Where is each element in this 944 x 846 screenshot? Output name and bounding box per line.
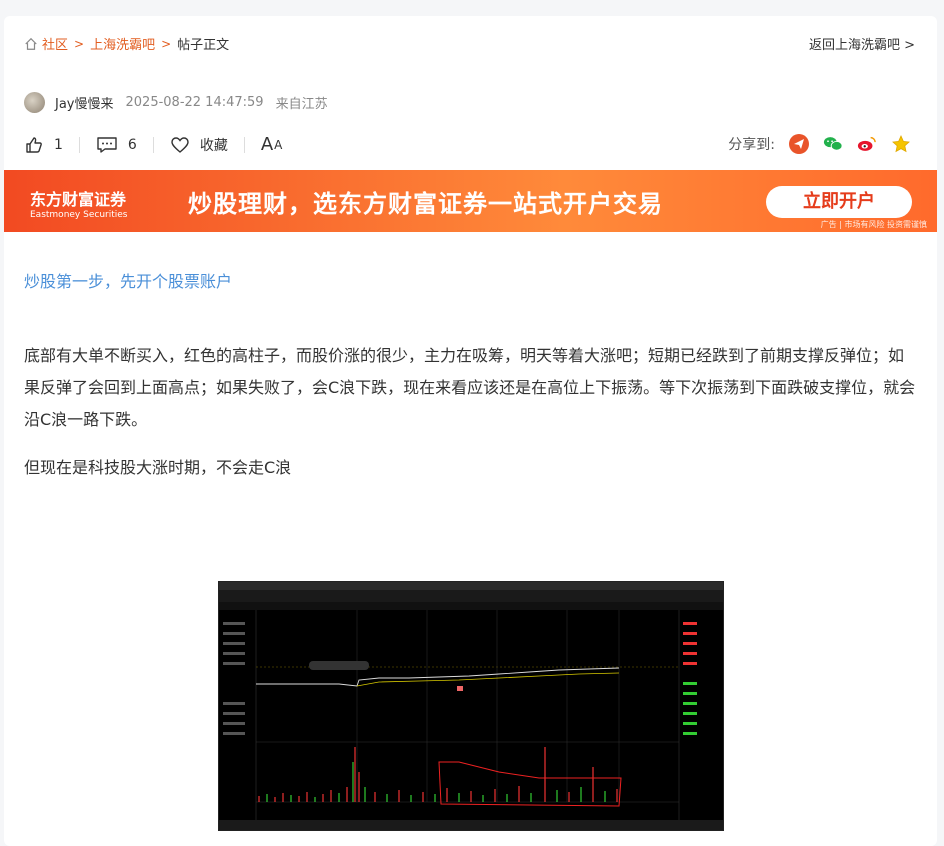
telegram-icon[interactable] <box>789 134 809 154</box>
like-count: 1 <box>54 136 63 153</box>
like-button[interactable]: 1 <box>24 135 63 155</box>
font-size-toggle[interactable]: AA <box>261 134 284 155</box>
heart-icon <box>171 136 189 153</box>
logo-text: 东方财富证券 <box>30 190 127 209</box>
divider <box>152 136 154 153</box>
ad-banner[interactable]: 东方财富证券 Eastmoney Securities 炒股理财，选东方财富证券… <box>4 170 937 232</box>
comment-icon <box>97 136 117 153</box>
breadcrumb-current: 帖子正文 <box>177 38 230 53</box>
open-account-button[interactable]: 立即开户 <box>766 186 912 218</box>
favorite-button[interactable]: 收藏 <box>170 135 228 155</box>
avatar[interactable] <box>24 92 45 113</box>
stock-chart-image[interactable] <box>218 581 724 831</box>
thumbs-up-icon <box>26 136 42 153</box>
chevron-right-icon: > <box>904 38 915 53</box>
chevron-right-icon: > <box>161 36 172 51</box>
divider <box>243 136 245 153</box>
post-actions: 1 6 收藏 AA <box>24 134 283 155</box>
back-link-label: 返回上海洗霸吧 <box>808 38 900 53</box>
wechat-icon[interactable] <box>823 134 843 154</box>
post-card: 社区 > 上海洗霸吧 > 帖子正文 返回上海洗霸吧 > Jay慢慢来 2025-… <box>4 16 937 846</box>
post-paragraph: 但现在是科技股大涨时期，不会走C浪 <box>24 458 292 477</box>
author-name[interactable]: Jay慢慢来 <box>55 93 114 112</box>
breadcrumb: 社区 > 上海洗霸吧 > 帖子正文 <box>24 34 229 53</box>
post-time: 2025-08-22 14:47:59 <box>125 95 264 110</box>
home-icon <box>25 37 37 50</box>
chevron-right-icon: > <box>74 36 85 51</box>
share-label: 分享到: <box>728 137 775 153</box>
top-nav-strip <box>0 0 944 8</box>
author-line: Jay慢慢来 2025-08-22 14:47:59 来自江苏 <box>24 92 340 113</box>
font-size-large-a: A <box>260 134 275 155</box>
divider <box>78 136 80 153</box>
comment-count: 6 <box>127 136 137 153</box>
promo-link[interactable]: 炒股第一步，先开个股票账户 <box>24 268 232 292</box>
breadcrumb-community[interactable]: 社区 <box>42 34 68 53</box>
star-icon[interactable] <box>891 134 911 154</box>
comment-button[interactable]: 6 <box>96 135 137 155</box>
share-bar: 分享到: <box>728 134 911 154</box>
back-to-forum-link[interactable]: 返回上海洗霸吧 > <box>809 34 915 53</box>
broker-logo: 东方财富证券 Eastmoney Securities <box>30 186 127 220</box>
font-size-small-a: A <box>274 137 284 152</box>
weibo-icon[interactable] <box>857 134 877 154</box>
ad-disclaimer: 广告 | 市场有风险 投资需谨慎 <box>820 220 927 229</box>
breadcrumb-forum[interactable]: 上海洗霸吧 <box>90 34 155 53</box>
favorite-label: 收藏 <box>199 137 228 154</box>
post-location: 来自江苏 <box>275 97 328 112</box>
banner-slogan: 炒股理财，选东方财富证券一站式开户交易 <box>188 190 663 218</box>
chart-screenshot-graphic <box>219 582 723 830</box>
logo-subtext: Eastmoney Securities <box>30 210 128 220</box>
post-paragraph: 底部有大单不断买入，红色的高柱子，而股价涨的很少，主力在吸筹，明天等着大涨吧；短… <box>24 346 916 429</box>
